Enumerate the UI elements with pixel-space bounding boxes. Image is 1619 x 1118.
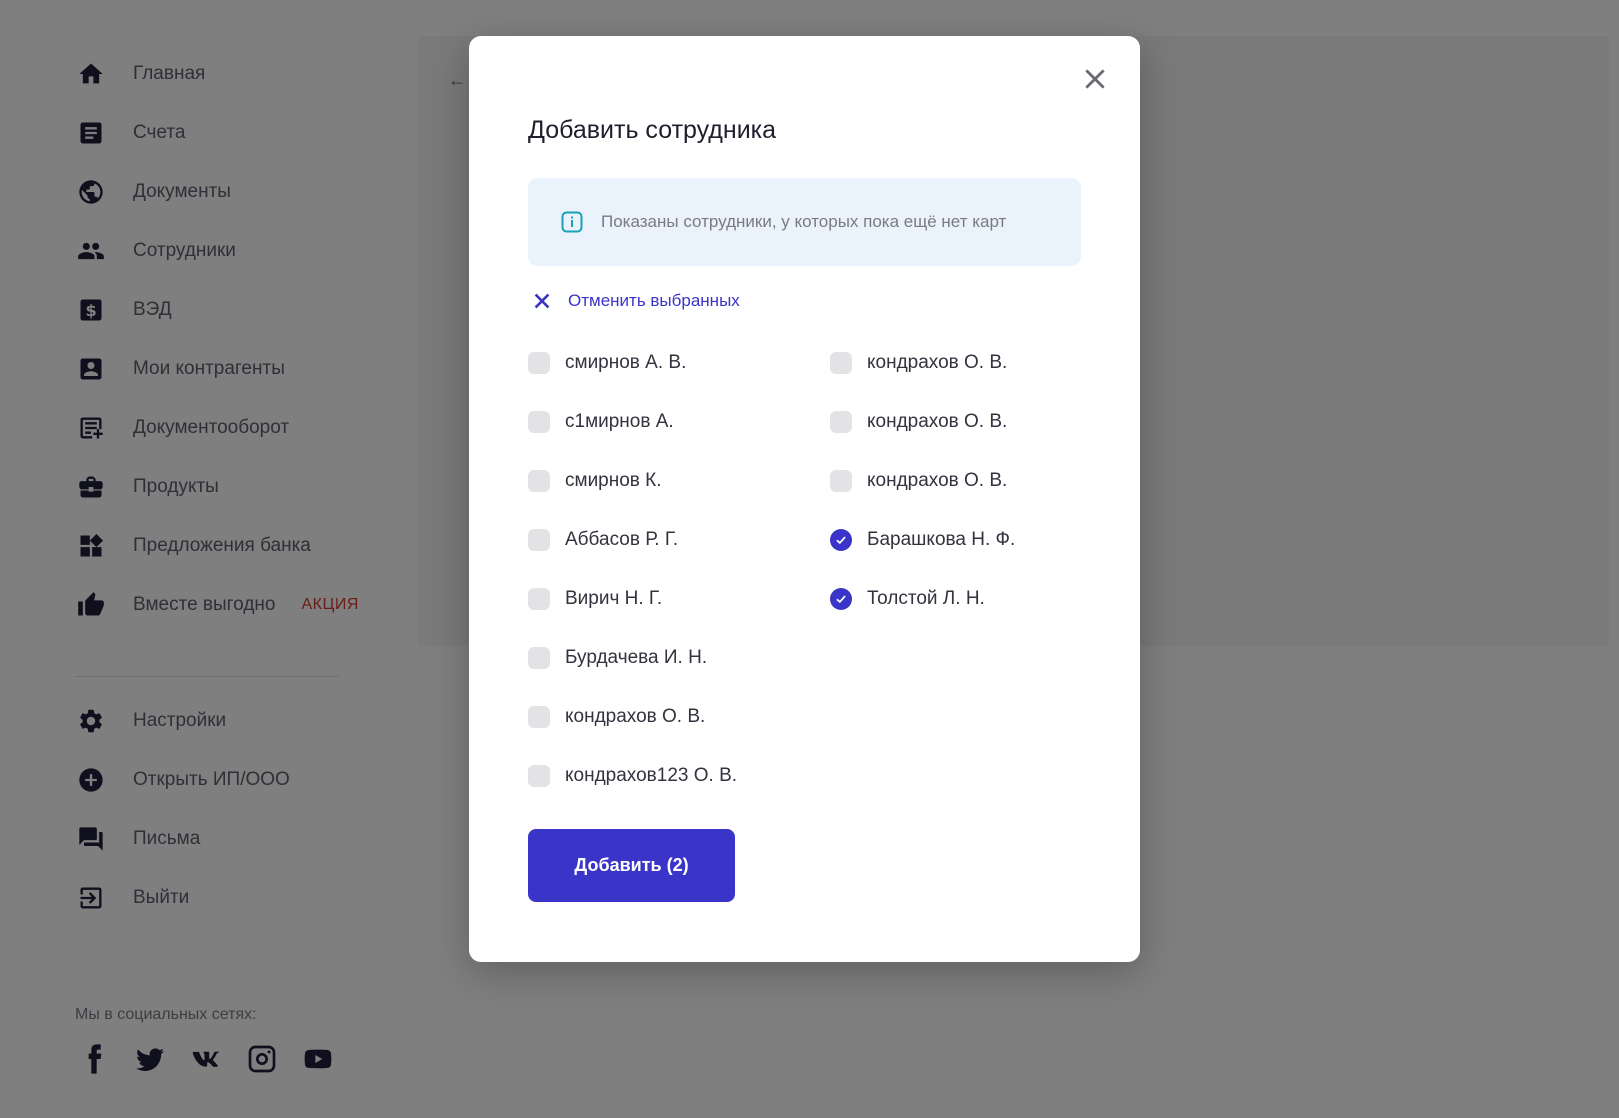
checkbox[interactable] [528,352,550,374]
employee-checkbox-row[interactable]: Барашкова Н. Ф. [830,525,1015,555]
employee-name: кондрахов О. В. [565,706,706,727]
checkbox[interactable] [830,411,852,433]
close-icon [534,293,550,309]
close-button[interactable] [1082,66,1108,92]
employee-checkbox-row[interactable]: смирнов К. [528,466,662,496]
employee-checkbox-row[interactable]: кондрахов О. В. [528,702,705,732]
employee-name: Вирич Н. Г. [565,588,663,609]
info-text: Показаны сотрудники, у которых пока ещё … [601,212,1007,231]
employee-name: кондрахов О. В. [867,352,1008,373]
close-icon [1085,69,1105,89]
employee-checkbox-row[interactable]: кондрахов О. В. [830,407,1007,437]
modal-title: Добавить сотрудника [528,116,777,144]
employee-name: смирнов А. В. [565,352,687,373]
checkbox-checked[interactable] [830,588,852,610]
checkbox[interactable] [528,470,550,492]
employee-name: Толстой Л. Н. [867,588,985,609]
employee-checkbox-row[interactable]: с1мирнов А. [528,407,674,437]
employee-checkbox-row[interactable]: смирнов А. В. [528,348,686,378]
checkbox[interactable] [528,706,550,728]
checkbox[interactable] [830,470,852,492]
checkmark-icon [836,595,846,604]
checkbox[interactable] [528,647,550,669]
employee-checkbox-row[interactable]: кондрахов О. В. [830,466,1007,496]
employee-checkbox-row[interactable]: Бурдачева И. Н. [528,643,707,673]
cancel-selected-button[interactable]: Отменить выбранных [531,290,740,312]
cancel-selected-label: Отменить выбранных [568,291,740,310]
checkbox-checked[interactable] [830,529,852,551]
employee-name: с1мирнов А. [565,411,674,432]
info-icon [560,210,584,234]
employee-checkbox-row[interactable]: кондрахов О. В. [830,348,1007,378]
checkbox[interactable] [528,411,550,433]
checkbox[interactable] [528,588,550,610]
employee-name: Аббасов Р. Г. [565,529,679,550]
employee-name: смирнов К. [565,470,662,491]
add-employee-modal: Добавить сотрудника Показаны сотрудники,… [469,36,1140,962]
employee-name: Барашкова Н. Ф. [867,529,1016,550]
employee-name: Бурдачева И. Н. [565,647,708,668]
employee-checkbox-row[interactable]: Толстой Л. Н. [830,584,985,614]
checkmark-icon [836,536,846,545]
info-banner: Показаны сотрудники, у которых пока ещё … [528,178,1081,266]
employee-name: кондрахов О. В. [867,411,1008,432]
employee-checkbox-row[interactable]: Вирич Н. Г. [528,584,662,614]
add-button[interactable]: Добавить (2) [528,829,735,902]
employee-name: кондрахов123 О. В. [565,765,738,786]
checkbox[interactable] [528,529,550,551]
employee-name: кондрахов О. В. [867,470,1008,491]
employee-checkbox-row[interactable]: кондрахов123 О. В. [528,761,737,791]
checkbox[interactable] [528,765,550,787]
employee-checkbox-row[interactable]: Аббасов Р. Г. [528,525,678,555]
checkbox[interactable] [830,352,852,374]
